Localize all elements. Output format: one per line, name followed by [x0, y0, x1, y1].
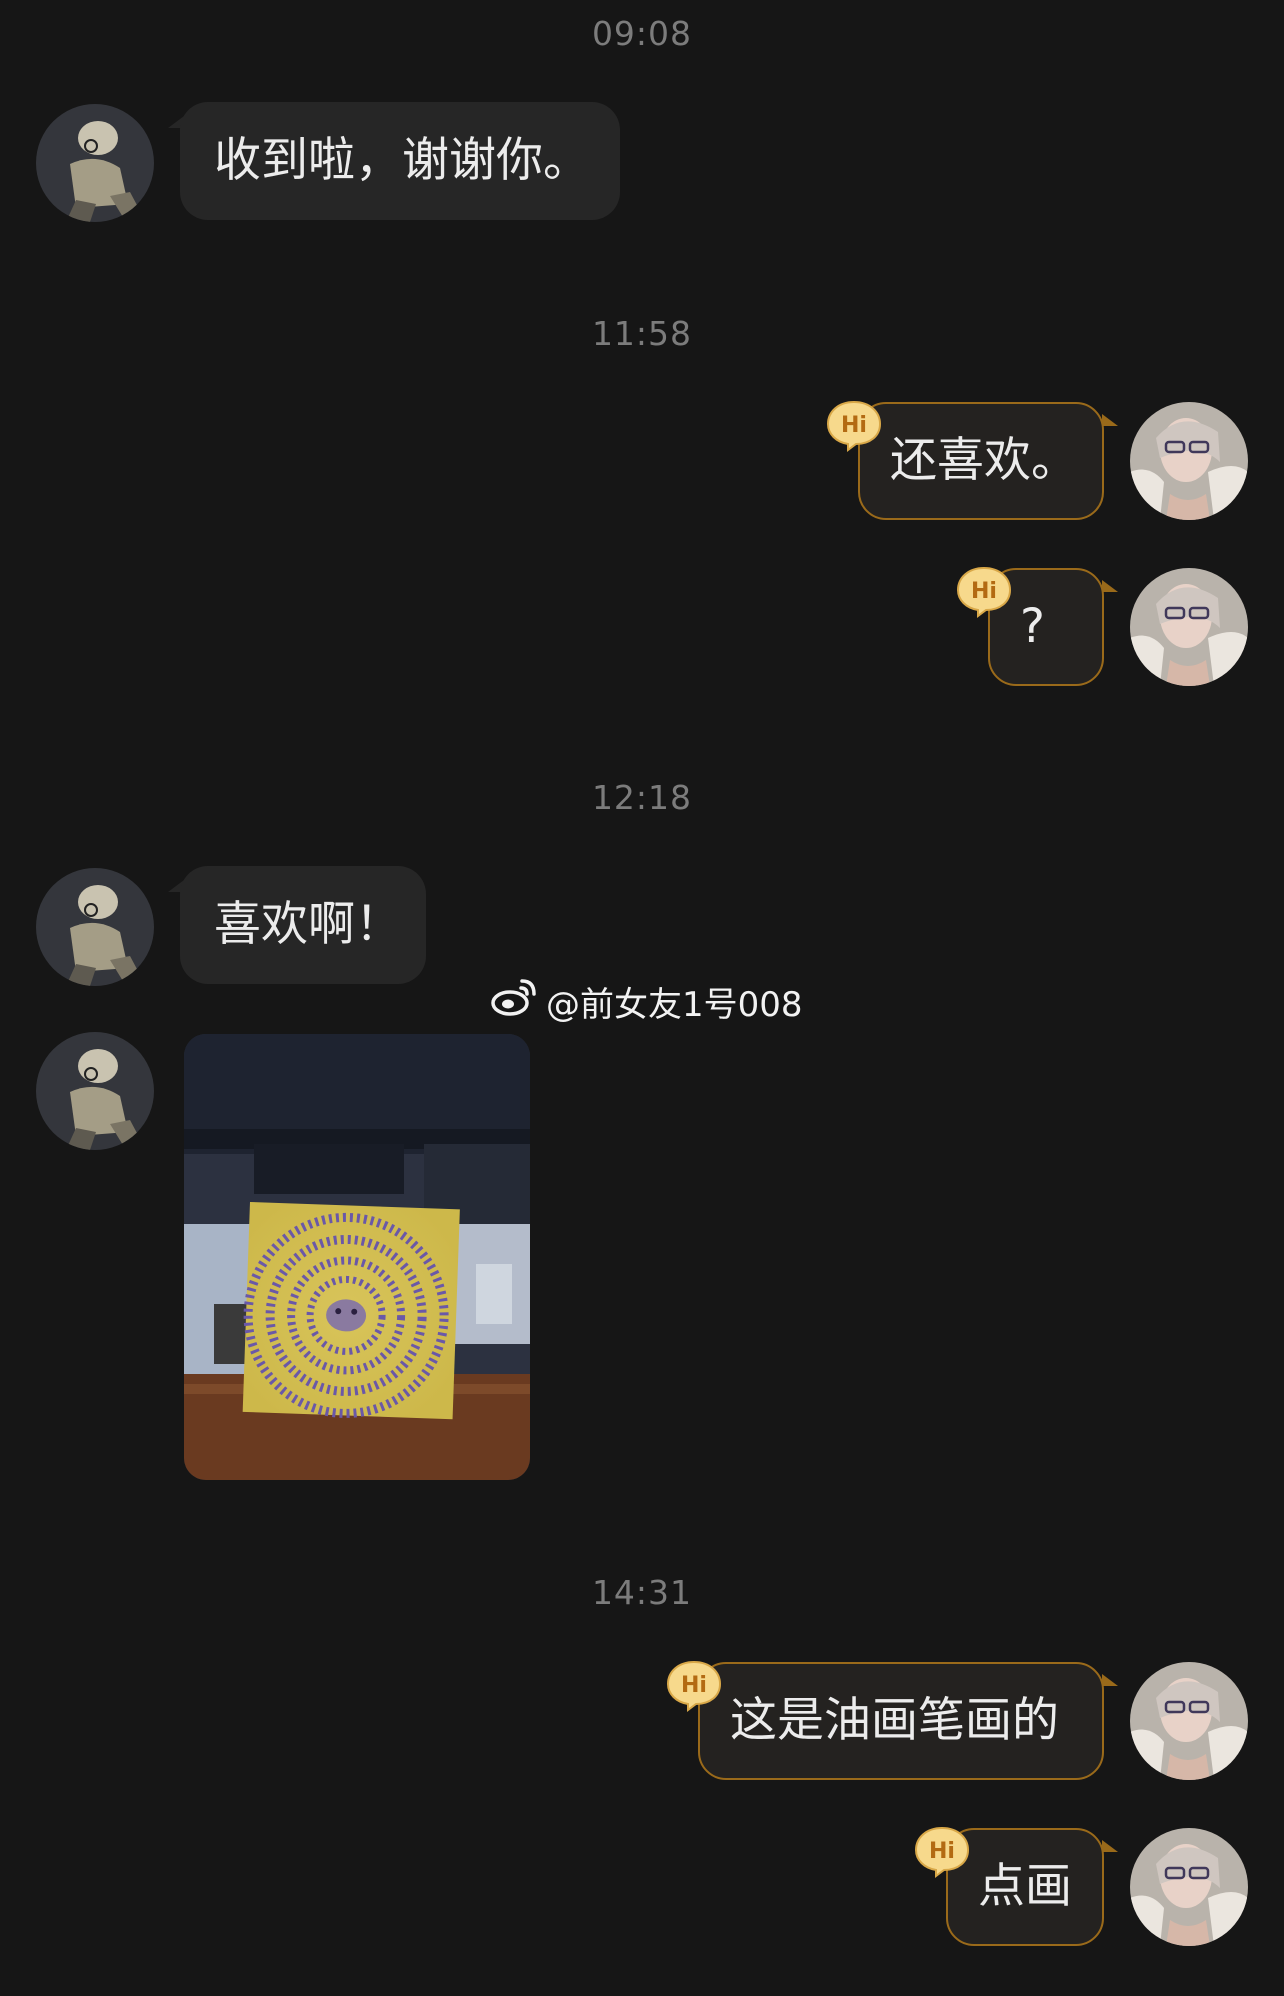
- svg-text:Hi: Hi: [841, 413, 867, 438]
- message-text: ?: [1020, 599, 1045, 654]
- svg-text:Hi: Hi: [681, 1673, 707, 1698]
- message-text: 收到啦，谢谢你。: [214, 133, 590, 188]
- hi-badge-icon: Hi: [914, 1826, 970, 1878]
- watermark-text: @前女友1号008: [546, 984, 803, 1025]
- svg-text:Hi: Hi: [971, 579, 997, 604]
- contact-avatar[interactable]: [36, 104, 154, 222]
- my-avatar[interactable]: [1130, 1828, 1248, 1946]
- timestamp: 09:08: [591, 14, 693, 53]
- timestamp: 12:18: [591, 778, 693, 817]
- svg-text:Hi: Hi: [929, 1839, 955, 1864]
- timestamp: 11:58: [591, 314, 693, 353]
- message-bubble[interactable]: 还喜欢。: [858, 402, 1104, 520]
- message-text: 点画: [978, 1859, 1072, 1914]
- weibo-watermark: @前女友1号008: [490, 977, 803, 1026]
- message-text: 还喜欢。: [890, 433, 1078, 488]
- photo-message[interactable]: [184, 1034, 530, 1480]
- message-bubble[interactable]: 收到啦，谢谢你。: [180, 102, 620, 220]
- weibo-logo-icon: [490, 977, 538, 1026]
- my-avatar[interactable]: [1130, 402, 1248, 520]
- hi-badge-icon: Hi: [826, 400, 882, 452]
- hi-badge-icon: Hi: [956, 566, 1012, 618]
- timestamp: 14:31: [591, 1573, 693, 1612]
- contact-avatar[interactable]: [36, 1032, 154, 1150]
- message-text: 这是油画笔画的: [730, 1693, 1059, 1748]
- message-bubble[interactable]: 喜欢啊！: [180, 866, 426, 984]
- contact-avatar[interactable]: [36, 868, 154, 986]
- message-text: 喜欢啊！: [214, 897, 402, 952]
- my-avatar[interactable]: [1130, 568, 1248, 686]
- hi-badge-icon: Hi: [666, 1660, 722, 1712]
- message-bubble[interactable]: 这是油画笔画的: [698, 1662, 1104, 1780]
- my-avatar[interactable]: [1130, 1662, 1248, 1780]
